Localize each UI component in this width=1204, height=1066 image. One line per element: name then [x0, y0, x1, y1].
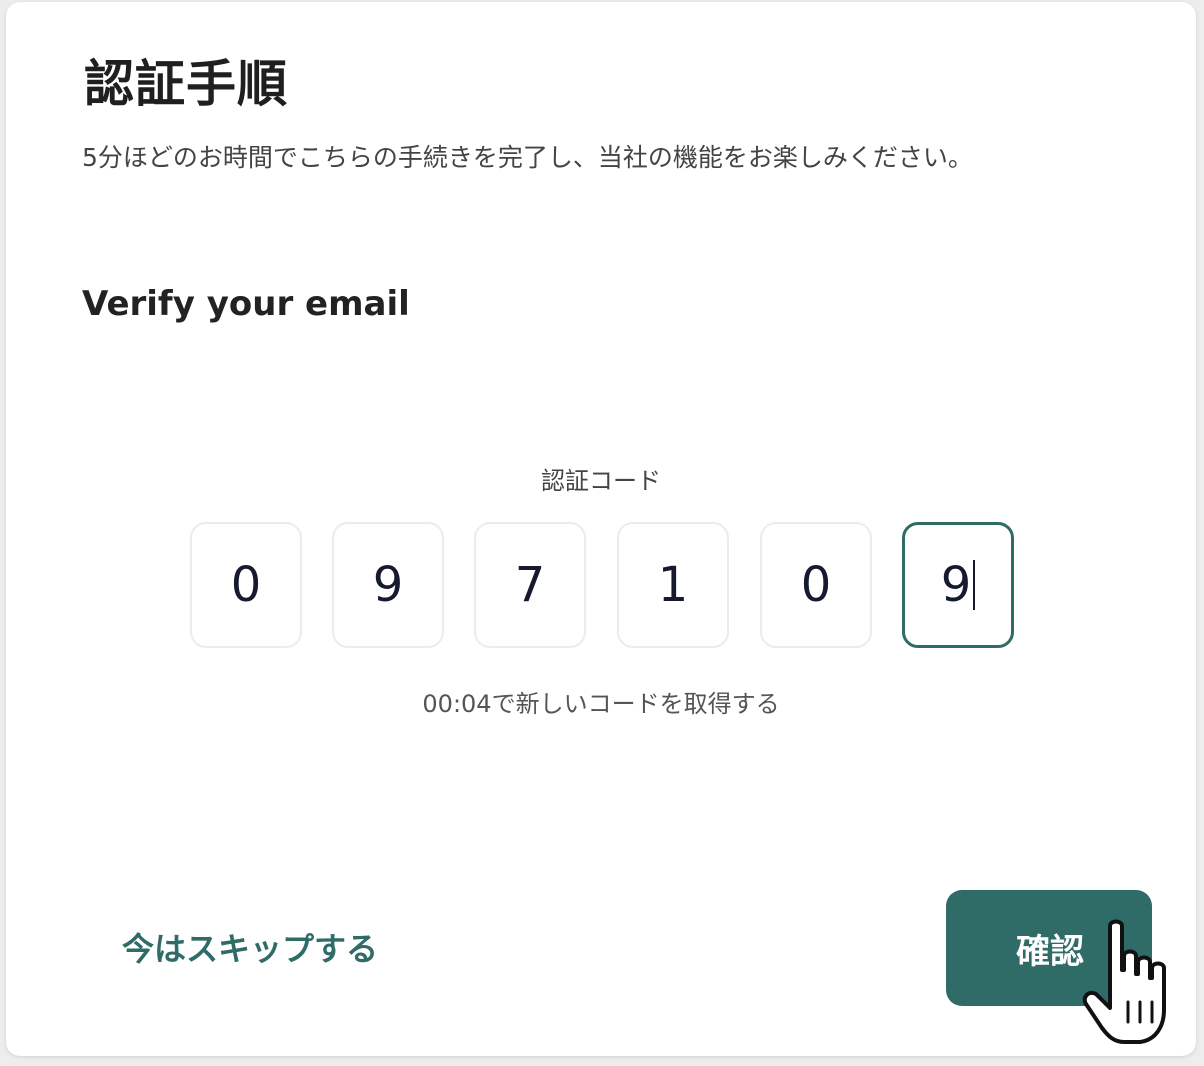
code-digit-1-value: 0	[230, 557, 262, 613]
code-digit-4-value: 1	[657, 557, 689, 613]
code-digit-5-value: 0	[800, 557, 832, 613]
code-digit-2-value: 9	[372, 557, 404, 613]
code-digit-1[interactable]: 0	[190, 522, 302, 648]
code-digit-3-value: 7	[514, 557, 546, 613]
skip-link[interactable]: 今はスキップする	[122, 924, 378, 974]
code-digit-3[interactable]: 7	[474, 522, 586, 648]
confirm-button-label: 確認	[1016, 931, 1084, 972]
hand-pointer-icon	[1082, 919, 1166, 1044]
code-digit-2[interactable]: 9	[332, 522, 444, 648]
verification-card: 認証手順 5分ほどのお時間でこちらの手続きを完了し、当社の機能をお楽しみください…	[6, 2, 1196, 1056]
text-caret	[973, 560, 976, 610]
code-label: 認証コード	[541, 467, 661, 495]
code-digit-5[interactable]: 0	[760, 522, 872, 648]
code-digit-4[interactable]: 1	[617, 522, 729, 648]
page-title: 認証手順	[84, 55, 288, 113]
code-digit-6-value: 9	[940, 557, 972, 613]
code-digit-6[interactable]: 9	[902, 522, 1014, 648]
resend-code-text[interactable]: 00:04で新しいコードを取得する	[6, 686, 1196, 722]
page-subtitle: 5分ほどのお時間でこちらの手続きを完了し、当社の機能をお楽しみください。	[82, 143, 973, 172]
section-title: Verify your email	[82, 284, 410, 324]
